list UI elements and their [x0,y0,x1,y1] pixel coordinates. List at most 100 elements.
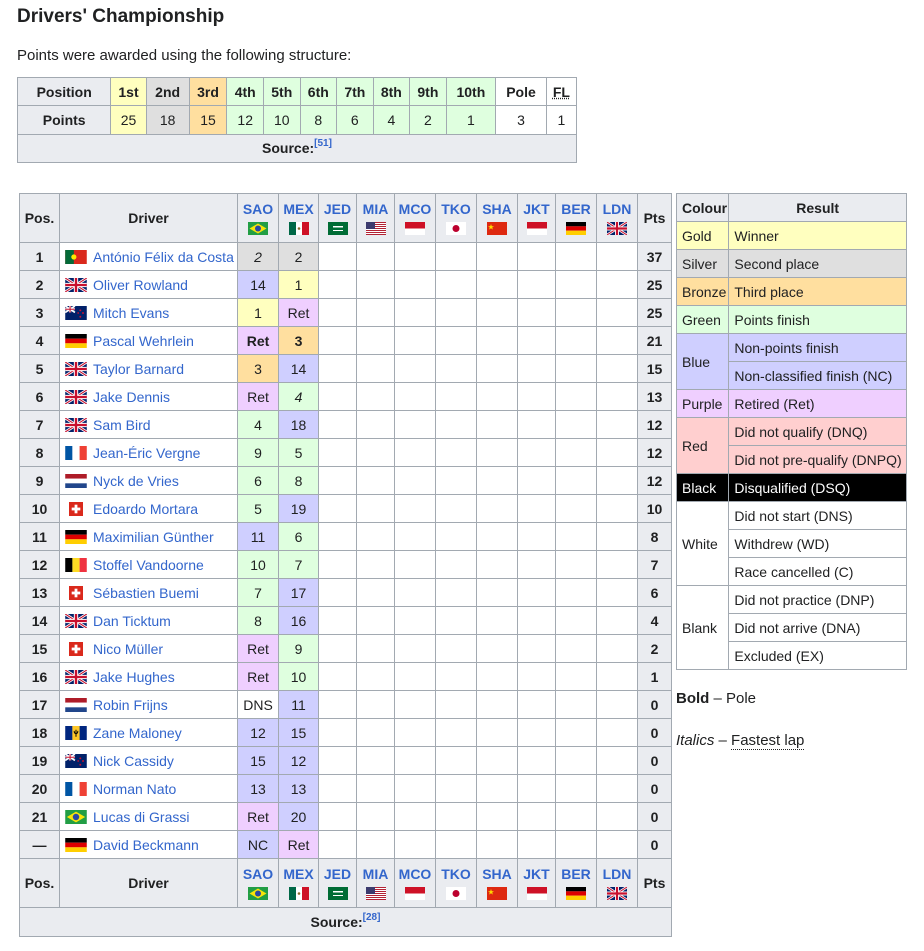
race-result: Ret [237,662,279,691]
race-link-jkt[interactable]: JKT [518,866,555,882]
race-result: 7 [278,550,319,579]
table-row: 17 Robin Frijns DNS 11 0 [19,690,672,719]
driver-link[interactable]: Robin Frijns [93,697,168,713]
driver-position: — [19,830,60,859]
driver-link[interactable]: Norman Nato [93,781,176,797]
table-row: 4 Pascal Wehrlein Ret 3 21 [19,326,672,355]
driver-link[interactable]: Oliver Rowland [93,277,188,293]
driver-cell: Jake Hughes [59,662,238,691]
key-colour: Gold [675,221,730,250]
table-row: 13 Sébastien Buemi 7 17 6 [19,578,672,607]
race-link-ldn[interactable]: LDN [597,866,637,882]
key-result: Winner [728,221,907,250]
race-header-sao: SAO [237,193,279,243]
driver-link[interactable]: Nyck de Vries [93,473,179,489]
driver-link[interactable]: Pascal Wehrlein [93,333,194,349]
race-link-ber[interactable]: BER [556,201,596,217]
race-result: Ret [278,298,319,327]
driver-points: 0 [637,802,672,831]
driver-link[interactable]: Sébastien Buemi [93,585,199,601]
driver-link[interactable]: Nick Cassidy [93,753,174,769]
race-result-empty [435,774,477,803]
driver-cell: Maximilian Günther [59,522,238,551]
race-result-empty [555,466,597,495]
driver-link[interactable]: Jake Hughes [93,669,175,685]
race-result: 14 [278,354,319,383]
driver-position: 12 [19,550,60,579]
race-link-tko[interactable]: TKO [436,201,476,217]
driver-link[interactable]: Sam Bird [93,417,151,433]
driver-link[interactable]: Lucas di Grassi [93,809,189,825]
race-result: 15 [237,746,279,775]
race-result-empty [356,802,395,831]
driver-link[interactable]: Nico Müller [93,641,163,657]
race-link-jed[interactable]: JED [319,866,356,882]
race-result: 1 [278,270,319,299]
netherlands-flag [65,697,87,712]
race-result-empty [476,634,518,663]
race-link-mex[interactable]: MEX [279,866,318,882]
driver-position: 7 [19,410,60,439]
race-result-empty [356,410,395,439]
driver-link[interactable]: Jake Dennis [93,389,170,405]
race-result-empty [356,606,395,635]
race-result: 6 [237,466,279,495]
race-link-sao[interactable]: SAO [238,201,278,217]
race-header-jkt: JKT [517,193,556,243]
driver-points: 0 [637,830,672,859]
table-row: 2 Oliver Rowland 14 1 25 [19,270,672,299]
driver-link[interactable]: Jean-Éric Vergne [93,445,200,461]
driver-cell: Mitch Evans [59,298,238,327]
race-result-empty [394,382,436,411]
driver-link[interactable]: Stoffel Vandoorne [93,557,204,573]
race-result-empty [318,578,357,607]
driver-link[interactable]: António Félix da Costa [93,249,234,265]
race-link-ber[interactable]: BER [556,866,596,882]
race-result: 8 [278,466,319,495]
race-link-sha[interactable]: SHA [477,201,517,217]
race-link-sha[interactable]: SHA [477,866,517,882]
race-result: 7 [237,578,279,607]
race-link-sao[interactable]: SAO [238,866,278,882]
race-link-mex[interactable]: MEX [279,201,318,217]
key-result: Withdrew (WD) [728,529,907,558]
table-row: 12 Stoffel Vandoorne 10 7 7 [19,550,672,579]
race-result-empty [435,326,477,355]
race-result-empty [318,270,357,299]
monaco-flag [405,886,425,900]
race-link-mco[interactable]: MCO [395,866,435,882]
race-link-jkt[interactable]: JKT [518,201,555,217]
driver-link[interactable]: Edoardo Mortara [93,501,198,517]
race-result-empty [356,494,395,523]
driver-position: 3 [19,298,60,327]
race-link-ldn[interactable]: LDN [597,201,637,217]
key-colour: Bronze [675,277,730,306]
points-value: 3 [495,105,547,135]
driver-link[interactable]: Taylor Barnard [93,361,184,377]
driver-link[interactable]: Maximilian Günther [93,529,214,545]
monaco-flag [405,221,425,235]
driver-link[interactable]: David Beckmann [93,837,199,853]
race-link-mco[interactable]: MCO [395,201,435,217]
switzerland-flag [69,585,83,600]
source-ref-link[interactable]: [51] [314,138,332,149]
race-result-empty [476,522,518,551]
driver-link[interactable]: Zane Maloney [93,725,182,741]
race-link-mia[interactable]: MIA [357,201,394,217]
race-header-mia: MIA [356,858,395,908]
race-result: 13 [278,774,319,803]
belgium-flag [65,557,87,572]
source-ref-link[interactable]: [28] [363,912,381,923]
driver-link[interactable]: Mitch Evans [93,305,169,321]
switzerland-flag [69,501,83,516]
race-link-mia[interactable]: MIA [357,866,394,882]
position-header: 4th [226,76,264,107]
table-row: 11 Maximilian Günther 11 6 8 [19,522,672,551]
brazil-flag [248,886,268,900]
race-result-empty [555,802,597,831]
race-link-jed[interactable]: JED [319,201,356,217]
drivers-standings-table: Pos. Driver SAO MEX JED MIA MCO TKO SHA JKT BER LDN… [19,193,672,937]
driver-link[interactable]: Dan Ticktum [93,613,171,629]
race-link-tko[interactable]: TKO [436,866,476,882]
race-result-empty [318,830,357,859]
